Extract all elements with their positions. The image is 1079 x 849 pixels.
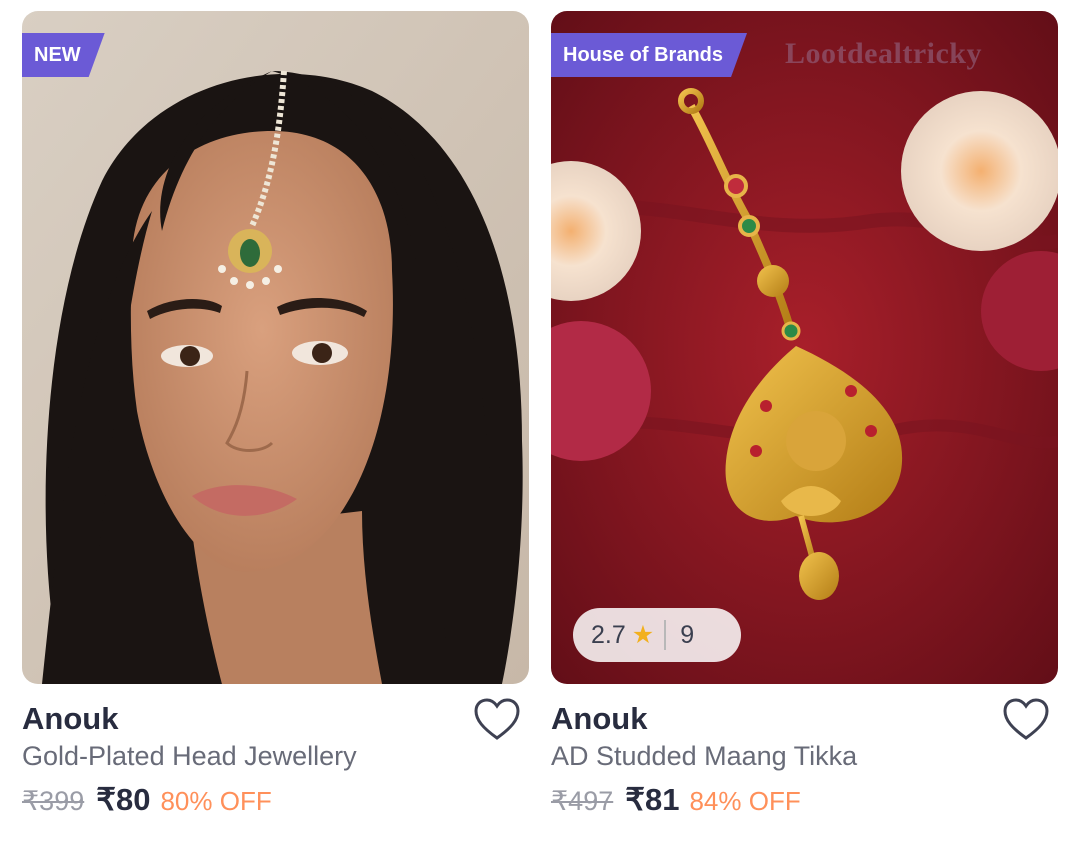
rating-pill: 2.7 ★ 9	[573, 608, 741, 662]
product-image[interactable]: House of Brands Lootdealtricky 2.7 ★ 9	[551, 11, 1058, 684]
product-card[interactable]: House of Brands Lootdealtricky 2.7 ★ 9 A…	[551, 11, 1058, 818]
product-grid: NEW Anouk Gold-Plated Head Jewellery ₹39…	[0, 0, 1079, 849]
selling-price: ₹81	[625, 782, 680, 817]
price-row: ₹497 ₹81 84% OFF	[551, 782, 1058, 818]
woman-with-maang-tikka-image	[22, 11, 529, 684]
product-card[interactable]: NEW Anouk Gold-Plated Head Jewellery ₹39…	[22, 11, 529, 818]
price-row: ₹399 ₹80 80% OFF	[22, 782, 529, 818]
selling-price: ₹80	[96, 782, 151, 817]
rating-divider	[664, 620, 667, 650]
gold-maang-tikka-image	[551, 11, 1058, 684]
wishlist-button[interactable]	[473, 698, 521, 742]
heart-outline-icon	[1003, 698, 1049, 740]
mrp-price: ₹399	[22, 786, 85, 816]
product-image[interactable]: NEW	[22, 11, 529, 684]
house-of-brands-badge: House of Brands	[551, 33, 747, 77]
heart-outline-icon	[474, 698, 520, 740]
rating-count: 9	[680, 620, 695, 649]
brand-row: Anouk	[22, 698, 529, 750]
rating-value: 2.7	[591, 620, 626, 649]
star-icon: ★	[631, 621, 655, 649]
brand-row: Anouk	[551, 698, 1058, 750]
brand-name: Anouk	[22, 701, 119, 736]
wishlist-button[interactable]	[1002, 698, 1050, 742]
discount-label: 80% OFF	[160, 786, 272, 816]
brand-name: Anouk	[551, 701, 648, 736]
discount-label: 84% OFF	[689, 786, 801, 816]
mrp-price: ₹497	[551, 786, 614, 816]
watermark: Lootdealtricky	[785, 37, 982, 70]
